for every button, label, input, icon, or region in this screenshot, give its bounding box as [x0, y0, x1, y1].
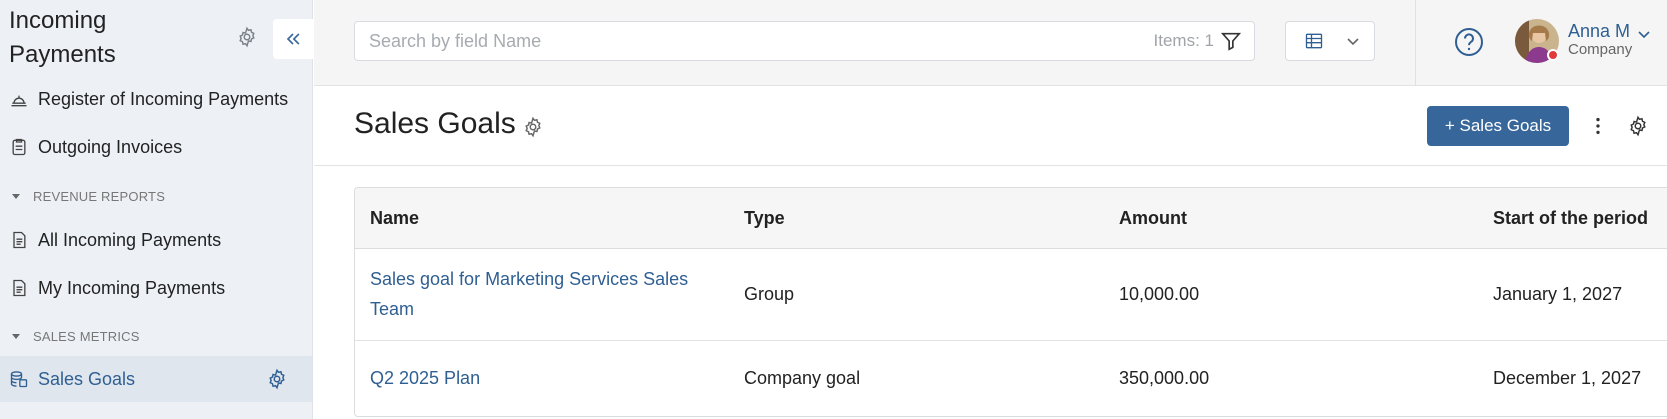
section-sales-metrics[interactable]: SALES METRICS [0, 324, 312, 348]
table-row[interactable]: Q2 2025 Plan Company goal 350,000.00 Dec… [355, 341, 1667, 416]
divider [314, 165, 1667, 166]
top-bar: Items: 1 Anna M Company [314, 0, 1667, 86]
user-name[interactable]: Anna M [1568, 21, 1630, 42]
section-label: REVENUE REPORTS [33, 188, 166, 204]
app-title: Incoming Payments [9, 7, 116, 68]
help-icon[interactable] [1453, 26, 1485, 58]
column-header-amount[interactable]: Amount [1119, 208, 1187, 229]
sidebar-item-register-of-incoming-payments[interactable]: Register of Incoming Payments [0, 76, 312, 122]
sidebar-item-outgoing-invoices[interactable]: Outgoing Invoices [0, 124, 312, 170]
sidebar-item-my-incoming-payments[interactable]: My Incoming Payments [0, 265, 312, 311]
row-type: Company goal [744, 368, 861, 388]
status-indicator [1547, 49, 1559, 61]
sidebar-item-label: Register of Incoming Payments [38, 88, 289, 109]
filter-icon[interactable] [1220, 30, 1242, 52]
table-row[interactable]: Sales goal for Marketing Services Sales … [355, 249, 1667, 341]
gear-icon[interactable] [266, 368, 288, 390]
section-revenue-reports[interactable]: REVENUE REPORTS [0, 184, 312, 208]
caret-down-icon [11, 331, 21, 341]
data-table: Name Type Amount Start of the period Sal… [354, 187, 1667, 417]
document-icon [9, 278, 29, 298]
sidebar-item-label: Sales Goals [38, 368, 136, 389]
items-count: Items: 1 [1153, 31, 1214, 50]
sidebar-item-label: All Incoming Payments [38, 229, 222, 250]
chevron-down-icon [1346, 34, 1360, 48]
table-header: Name Type Amount Start of the period [355, 188, 1667, 249]
sidebar: Incoming Payments Register of Incoming P… [0, 0, 313, 419]
search-box: Items: 1 [354, 21, 1255, 61]
gear-icon[interactable] [236, 26, 258, 48]
page-title: Sales Goals [354, 107, 516, 140]
column-header-type[interactable]: Type [744, 208, 785, 229]
chevron-down-icon[interactable] [1637, 27, 1651, 41]
gear-icon[interactable] [522, 116, 544, 138]
row-type: Group [744, 284, 795, 304]
gear-icon[interactable] [1627, 115, 1649, 137]
more-vertical-icon[interactable] [1587, 115, 1609, 137]
double-chevron-left-icon [286, 33, 300, 45]
column-header-start-of-period[interactable]: Start of the period [1493, 208, 1648, 229]
user-company: Company [1568, 41, 1633, 58]
sidebar-item-label: My Incoming Payments [38, 277, 226, 298]
section-label: SALES METRICS [33, 328, 140, 344]
row-amount: 350,000.00 [1119, 368, 1210, 388]
collapse-sidebar-button[interactable] [273, 19, 313, 59]
row-start-date: January 1, 2027 [1493, 284, 1623, 304]
column-header-name[interactable]: Name [370, 208, 419, 229]
row-start-date: December 1, 2027 [1493, 368, 1642, 388]
divider [1415, 0, 1416, 86]
document-icon [9, 230, 29, 250]
sidebar-item-label: Outgoing Invoices [38, 136, 183, 157]
view-switch-button[interactable] [1285, 21, 1375, 61]
table-view-icon [1304, 31, 1324, 51]
clipboard-icon [9, 137, 29, 157]
row-name-link[interactable]: Sales goal for Marketing Services Sales … [370, 264, 690, 324]
sidebar-item-all-incoming-payments[interactable]: All Incoming Payments [0, 217, 312, 263]
coins-icon [9, 369, 29, 389]
add-sales-goal-button[interactable]: + Sales Goals [1427, 106, 1569, 146]
bell-tray-icon [9, 89, 29, 109]
caret-down-icon [11, 191, 21, 201]
row-amount: 10,000.00 [1119, 284, 1200, 304]
sidebar-item-sales-goals[interactable]: Sales Goals [0, 356, 312, 402]
search-input[interactable] [355, 22, 1154, 60]
row-name-link[interactable]: Q2 2025 Plan [370, 363, 690, 393]
